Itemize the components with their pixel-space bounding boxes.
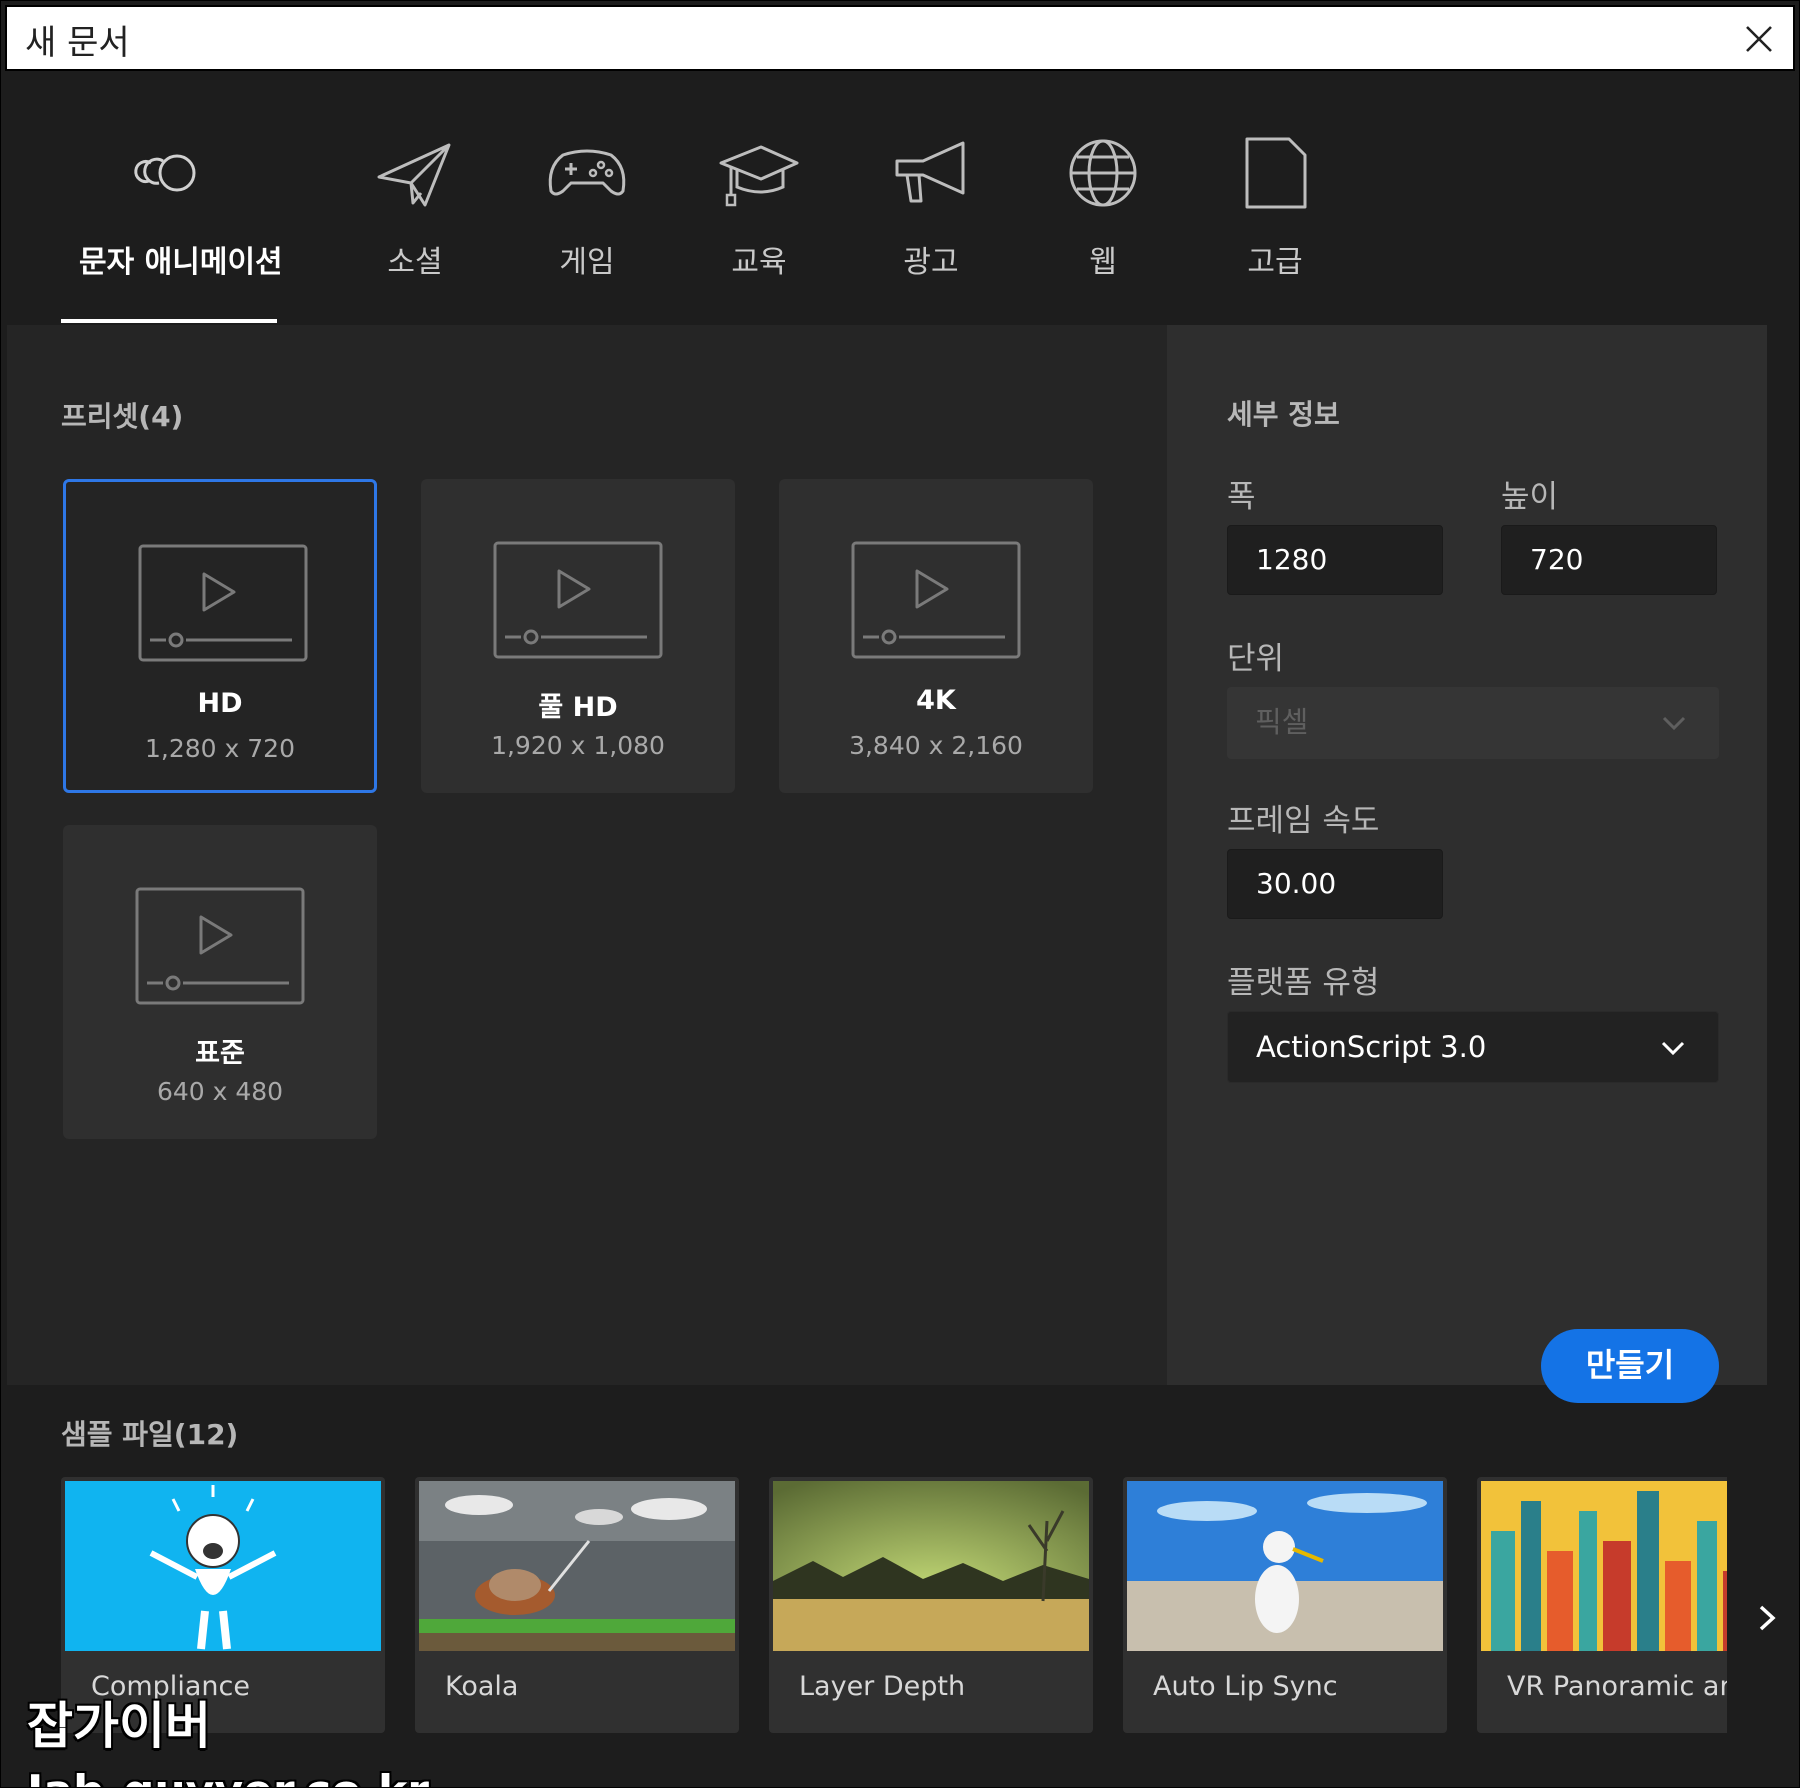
category-tabs: 문자 애니메이션 소셜 게임 교육 광고 웹 고급 xyxy=(7,73,1795,323)
title-bar: 새 문서 xyxy=(5,5,1795,71)
presets-pane: 프리셋(4) HD 1,280 x 720 풀 HD 1,920 x 1,080… xyxy=(7,325,1167,1385)
tab-character-animation[interactable]: 문자 애니메이션 xyxy=(79,133,283,323)
tab-label: 문자 애니메이션 xyxy=(79,245,283,280)
unit-label: 단위 xyxy=(1227,641,1285,677)
chevron-down-icon xyxy=(1662,716,1686,731)
sample-label: Auto Lip Sync xyxy=(1153,1671,1338,1702)
tab-social[interactable]: 소셜 xyxy=(325,133,505,323)
dialog-body: 문자 애니메이션 소셜 게임 교육 광고 웹 고급 프리셋(4) HD 1,28… xyxy=(7,73,1795,1787)
sample-label: Koala xyxy=(445,1671,519,1702)
preset-hd[interactable]: HD 1,280 x 720 xyxy=(63,479,377,793)
sample-vr-panoramic[interactable]: VR Panoramic and 3 xyxy=(1477,1477,1727,1733)
tab-advertising[interactable]: 광고 xyxy=(841,133,1021,323)
tab-label: 교육 xyxy=(731,245,787,280)
details-pane: 세부 정보 폭 높이 1280 720 단위 픽셀 프레임 속도 30.00 플… xyxy=(1167,325,1767,1385)
tab-label: 웹 xyxy=(1089,245,1117,280)
preset-4k[interactable]: 4K 3,840 x 2,160 xyxy=(779,479,1093,793)
watermark: 잡가이버 Jab-guyver.co.kr xyxy=(27,1693,429,1787)
preset-size: 1,280 x 720 xyxy=(145,734,295,763)
sample-layer-depth[interactable]: Layer Depth xyxy=(769,1477,1093,1733)
graduation-cap-icon xyxy=(719,145,799,207)
height-input[interactable]: 720 xyxy=(1501,525,1717,595)
sample-thumbnail xyxy=(773,1481,1089,1651)
tab-label: 광고 xyxy=(903,245,959,280)
preset-name: 4K xyxy=(916,685,956,716)
framerate-input[interactable]: 30.00 xyxy=(1227,849,1443,919)
tab-label: 고급 xyxy=(1247,245,1303,280)
tab-game[interactable]: 게임 xyxy=(497,133,677,323)
create-button[interactable]: 만들기 xyxy=(1541,1329,1719,1403)
sample-thumbnail xyxy=(1481,1481,1727,1651)
watermark-line1: 잡가이버 xyxy=(27,1697,211,1755)
sample-thumbnail xyxy=(1127,1481,1443,1651)
close-icon xyxy=(1746,26,1772,52)
width-label: 폭 xyxy=(1227,479,1256,515)
video-icon xyxy=(851,541,1021,659)
tab-education[interactable]: 교육 xyxy=(669,133,849,323)
preset-name: 표준 xyxy=(195,1038,245,1069)
document-icon xyxy=(1245,137,1307,209)
preset-size: 1,920 x 1,080 xyxy=(491,731,665,760)
preset-full-hd[interactable]: 풀 HD 1,920 x 1,080 xyxy=(421,479,735,793)
gamepad-icon xyxy=(548,149,626,196)
presets-title: 프리셋(4) xyxy=(61,400,184,433)
chevron-down-icon xyxy=(1661,1041,1685,1056)
framerate-label: 프레임 속도 xyxy=(1227,803,1380,839)
sample-auto-lip-sync[interactable]: Auto Lip Sync xyxy=(1123,1477,1447,1733)
video-icon xyxy=(493,541,663,659)
paper-plane-icon xyxy=(377,143,451,207)
preset-name: 풀 HD xyxy=(538,692,618,723)
sample-koala[interactable]: Koala xyxy=(415,1477,739,1733)
unit-value: 픽셀 xyxy=(1255,705,1309,739)
samples-title: 샘플 파일(12) xyxy=(61,1418,239,1451)
video-icon xyxy=(138,544,308,662)
globe-icon xyxy=(1069,139,1137,207)
active-tab-indicator xyxy=(61,319,277,323)
preset-size: 640 x 480 xyxy=(156,1077,284,1106)
character-animation-icon xyxy=(134,154,196,192)
sample-thumbnail xyxy=(419,1481,735,1651)
width-input[interactable]: 1280 xyxy=(1227,525,1443,595)
platform-select[interactable]: ActionScript 3.0 xyxy=(1227,1011,1719,1083)
watermark-line2: Jab-guyver.co.kr xyxy=(27,1759,429,1787)
preset-size: 3,840 x 2,160 xyxy=(849,731,1023,760)
unit-select: 픽셀 xyxy=(1227,687,1719,759)
megaphone-icon xyxy=(895,141,965,203)
chevron-right-icon xyxy=(1759,1605,1776,1631)
sample-label: VR Panoramic and 3 xyxy=(1507,1671,1727,1702)
samples-next-button[interactable] xyxy=(1747,1593,1787,1643)
sample-thumbnail xyxy=(65,1481,381,1651)
details-title: 세부 정보 xyxy=(1227,398,1340,431)
height-label: 높이 xyxy=(1501,479,1559,515)
tab-label: 소셜 xyxy=(387,245,443,280)
tab-advanced[interactable]: 고급 xyxy=(1185,133,1365,323)
video-icon xyxy=(135,887,305,1005)
preset-standard[interactable]: 표준 640 x 480 xyxy=(63,825,377,1139)
tab-label: 게임 xyxy=(559,245,615,280)
new-document-window: 새 문서 문자 애니메이션 소셜 게임 교육 광고 웹 고급 프리셋(4) HD… xyxy=(0,0,1800,1788)
platform-label: 플랫폼 유형 xyxy=(1227,965,1380,1001)
window-title: 새 문서 xyxy=(25,23,130,63)
tab-web[interactable]: 웹 xyxy=(1013,133,1193,323)
preset-name: HD xyxy=(197,688,243,719)
sample-label: Layer Depth xyxy=(799,1671,966,1702)
platform-value: ActionScript 3.0 xyxy=(1256,1030,1487,1064)
close-button[interactable] xyxy=(1739,19,1779,59)
